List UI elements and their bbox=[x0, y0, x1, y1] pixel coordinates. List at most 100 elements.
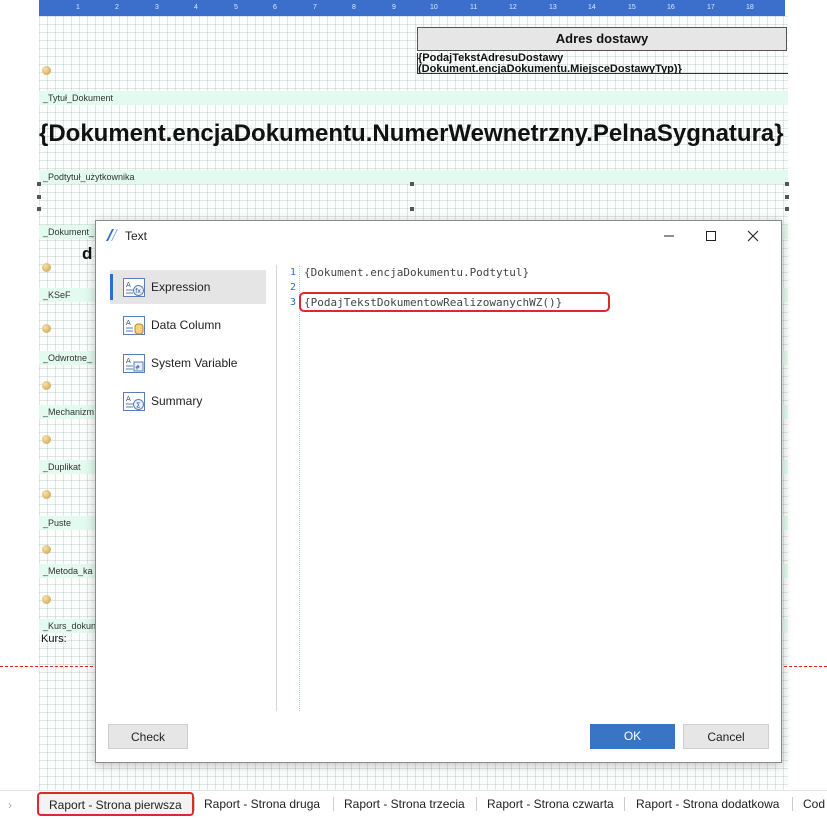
selection-handle[interactable] bbox=[785, 182, 789, 186]
band-label: _Tytuł_Dokument bbox=[43, 93, 114, 103]
ruler-mark: 10 bbox=[430, 4, 438, 11]
dialog-title: Text bbox=[125, 229, 148, 243]
close-button[interactable] bbox=[733, 224, 773, 248]
ruler-mark: 6 bbox=[273, 4, 277, 11]
delivery-address-text[interactable]: {PodajTekstAdresuDostawy (Dokument.encja… bbox=[417, 53, 788, 74]
ruler-mark: 15 bbox=[628, 4, 636, 11]
ruler-mark: 8 bbox=[352, 4, 356, 11]
expression-icon: A fx bbox=[123, 278, 145, 297]
ok-button[interactable]: OK bbox=[590, 724, 675, 749]
system-variable-icon: A # bbox=[123, 354, 145, 373]
delivery-address-header[interactable]: Adres dostawy bbox=[417, 27, 787, 51]
selection-handle[interactable] bbox=[785, 195, 789, 199]
ruler-mark: 11 bbox=[470, 4, 478, 11]
selection-handle[interactable] bbox=[37, 207, 41, 211]
page-tabbar: › Raport - Strona pierwsza Raport - Stro… bbox=[0, 790, 827, 819]
ruler-mark: 9 bbox=[392, 4, 396, 11]
sidebar-item-label: Expression bbox=[151, 280, 211, 294]
active-indicator bbox=[110, 274, 113, 300]
expression-editor[interactable]: 1 {Dokument.encjaDokumentu.Podtytul} 2 3… bbox=[288, 265, 768, 711]
maximize-icon bbox=[706, 231, 716, 241]
ruler-mark: 7 bbox=[313, 4, 317, 11]
ruler-mark: 1 bbox=[76, 4, 80, 11]
delivery-address-line: (Dokument.encjaDokumentu.MiejsceDostawyT… bbox=[418, 63, 682, 74]
band-icon bbox=[42, 435, 51, 444]
tab-strona-dodatkowa[interactable]: Raport - Strona dodatkowa bbox=[636, 791, 779, 817]
data-column-icon: A bbox=[123, 316, 145, 335]
selection-handle[interactable] bbox=[37, 195, 41, 199]
band-label: _Odwrotne_ bbox=[43, 353, 93, 363]
band-icon bbox=[42, 595, 51, 604]
band-icon bbox=[42, 66, 51, 75]
band-label: _Kurs_dokun bbox=[43, 621, 97, 631]
line-number: 2 bbox=[289, 282, 296, 293]
ruler-mark: 5 bbox=[234, 4, 238, 11]
selection-handle[interactable] bbox=[37, 182, 41, 186]
band-label: _Puste bbox=[43, 518, 72, 528]
band-label: _Podtytuł_użytkownika bbox=[43, 172, 135, 182]
kurs-label: Kurs: bbox=[41, 633, 67, 645]
app-icon bbox=[105, 228, 119, 242]
minimize-button[interactable] bbox=[649, 224, 689, 248]
ruler-mark: 17 bbox=[707, 4, 715, 11]
band-label: _Mechanizm bbox=[43, 407, 95, 417]
band-icon bbox=[42, 490, 51, 499]
selection-handle[interactable] bbox=[410, 182, 414, 186]
band-label: _KSeF bbox=[43, 290, 71, 300]
sidebar-item-label: System Variable bbox=[151, 356, 238, 370]
svg-text:A: A bbox=[126, 395, 131, 403]
band-label: _Metoda_ka bbox=[43, 566, 93, 576]
cancel-button[interactable]: Cancel bbox=[683, 724, 769, 749]
tab-separator bbox=[476, 797, 477, 811]
minimize-icon bbox=[664, 235, 674, 237]
tab-strona-pierwsza[interactable]: Raport - Strona pierwsza bbox=[37, 792, 194, 816]
svg-text:A: A bbox=[126, 357, 131, 365]
tab-strona-trzecia[interactable]: Raport - Strona trzecia bbox=[344, 791, 465, 817]
sidebar-item-data-column[interactable]: A Data Column bbox=[110, 308, 266, 342]
ruler-mark: 12 bbox=[509, 4, 517, 11]
ruler-mark: 13 bbox=[549, 4, 557, 11]
band-icon bbox=[42, 545, 51, 554]
code-line[interactable]: {Dokument.encjaDokumentu.Podtytul} bbox=[304, 266, 529, 279]
tab-separator bbox=[194, 797, 195, 811]
selection-handle[interactable] bbox=[785, 207, 789, 211]
svg-text:A: A bbox=[126, 319, 131, 327]
band-content-text: d bbox=[82, 244, 93, 263]
svg-text:#: # bbox=[135, 365, 140, 372]
band-tytul-dokument[interactable]: _Tytuł_Dokument bbox=[39, 91, 788, 105]
tab-strona-czwarta[interactable]: Raport - Strona czwarta bbox=[487, 791, 614, 817]
text-dialog[interactable]: Text A fx Expression A Data Column A # S… bbox=[95, 220, 782, 763]
ruler-mark: 14 bbox=[588, 4, 596, 11]
ruler-mark: 16 bbox=[667, 4, 675, 11]
sidebar-item-label: Summary bbox=[151, 394, 203, 408]
ruler-mark: 3 bbox=[155, 4, 159, 11]
band-icon bbox=[42, 263, 51, 272]
ruler-mark: 2 bbox=[115, 4, 119, 11]
check-button[interactable]: Check bbox=[108, 724, 188, 749]
selection-handle[interactable] bbox=[410, 207, 414, 211]
document-title-expression[interactable]: {Dokument.encjaDokumentu.NumerWewnetrzny… bbox=[39, 120, 788, 148]
maximize-button[interactable] bbox=[691, 224, 731, 248]
tab-separator bbox=[792, 797, 793, 811]
tab-code[interactable]: Cod bbox=[803, 791, 827, 817]
band-icon bbox=[42, 324, 51, 333]
sidebar-divider bbox=[276, 265, 277, 711]
sidebar-item-summary[interactable]: A Σ Summary bbox=[110, 384, 266, 418]
svg-text:Σ: Σ bbox=[136, 401, 140, 409]
tab-separator bbox=[624, 797, 625, 811]
tab-separator bbox=[333, 797, 334, 811]
horizontal-ruler: 1 2 3 4 5 6 7 8 9 10 11 12 13 14 15 16 1… bbox=[39, 0, 785, 16]
code-line[interactable]: {PodajTekstDokumentowRealizowanychWZ()} bbox=[304, 296, 562, 309]
svg-text:A: A bbox=[126, 281, 131, 289]
summary-icon: A Σ bbox=[123, 392, 145, 411]
ruler-mark: 18 bbox=[746, 4, 754, 11]
close-icon bbox=[747, 230, 759, 242]
sidebar-item-system-variable[interactable]: A # System Variable bbox=[110, 346, 266, 380]
tab-strona-druga[interactable]: Raport - Strona druga bbox=[204, 791, 320, 817]
chevron-right-icon[interactable]: › bbox=[8, 798, 12, 812]
sidebar-item-expression[interactable]: A fx Expression bbox=[110, 270, 266, 304]
dialog-titlebar[interactable]: Text bbox=[96, 221, 781, 251]
line-number: 3 bbox=[289, 297, 296, 308]
svg-text:fx: fx bbox=[135, 288, 141, 295]
band-label: _Duplikat bbox=[43, 462, 81, 472]
